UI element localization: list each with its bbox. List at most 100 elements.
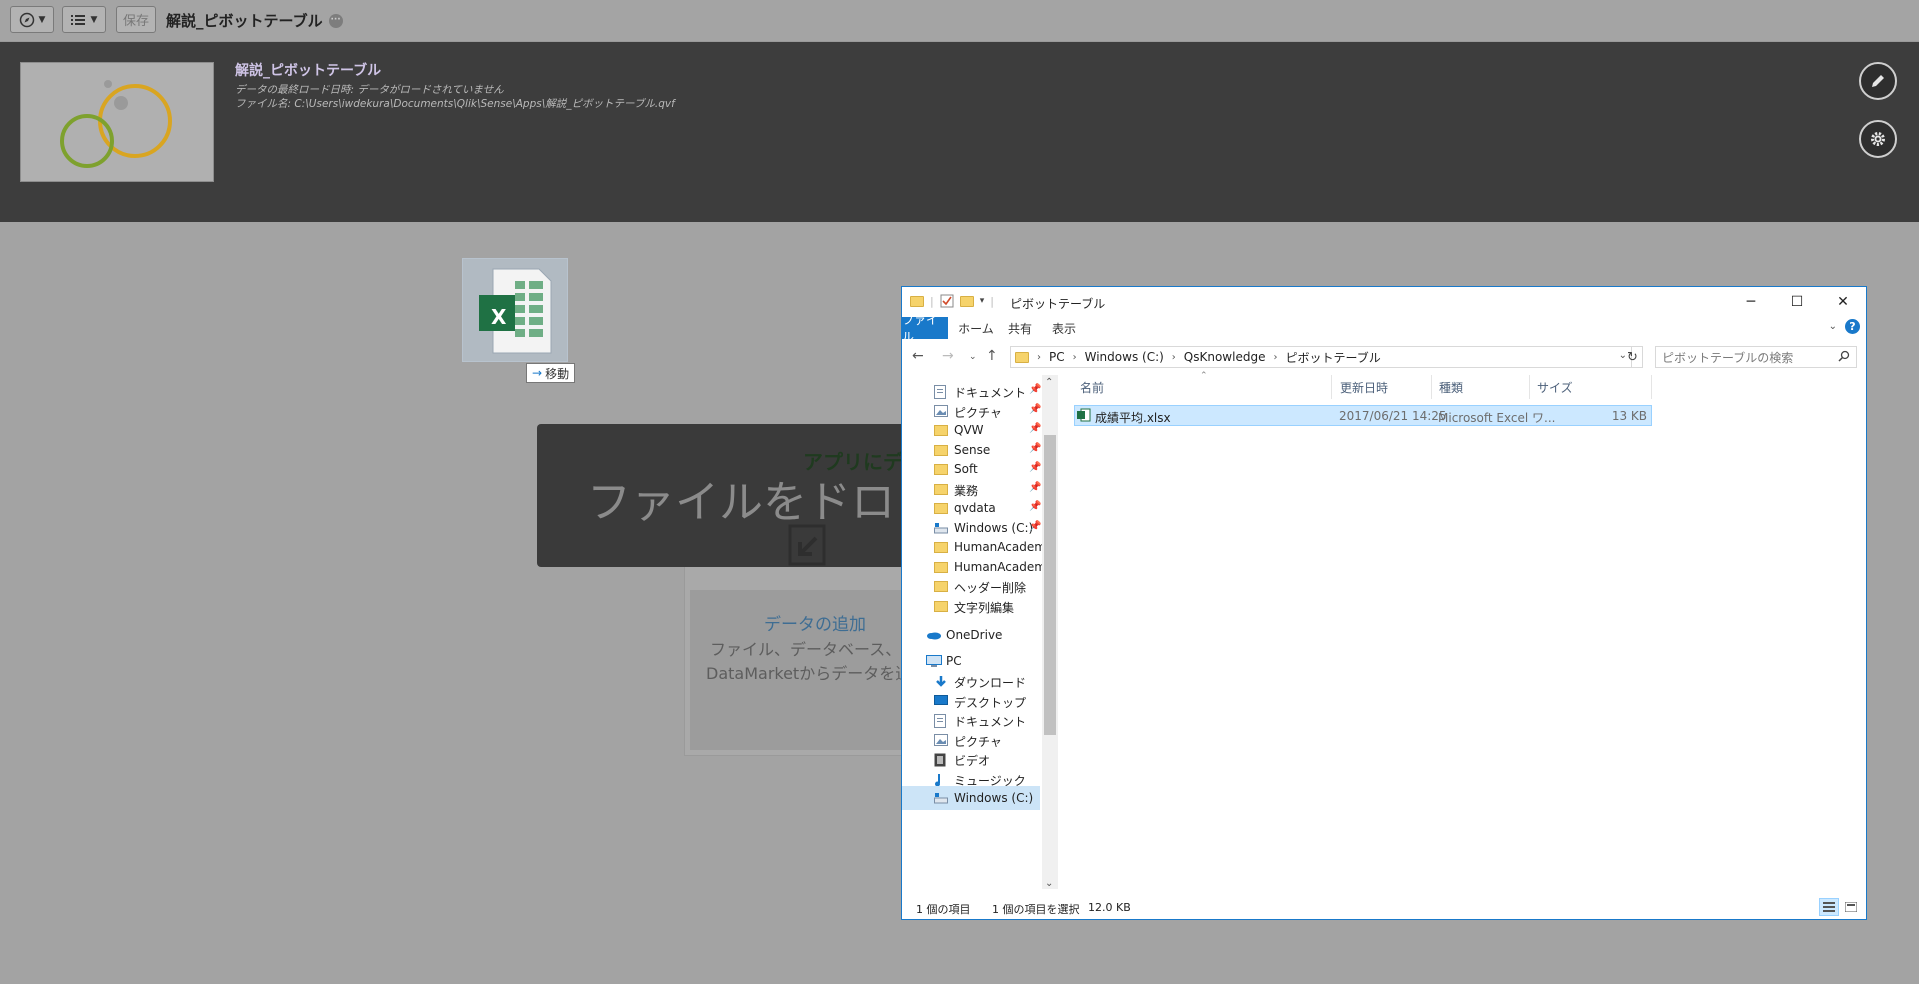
- pin-icon[interactable]: 📌: [1029, 462, 1041, 473]
- file-explorer-window[interactable]: | ▾ | ピボットテーブル ─ ☐ ✕ ファイル ホーム 共有 表示 ⌄ ? …: [901, 286, 1867, 920]
- title-bar[interactable]: | ▾ | ピボットテーブル ─ ☐ ✕: [902, 287, 1866, 317]
- pc-icon: [926, 655, 942, 670]
- pin-icon[interactable]: 📌: [1029, 443, 1041, 454]
- sheets-menu-button[interactable]: ▼: [62, 6, 106, 33]
- tab-view[interactable]: 表示: [1046, 317, 1082, 339]
- toolbar-separator: |: [990, 294, 994, 308]
- onedrive-icon: [926, 629, 942, 643]
- properties-icon[interactable]: [940, 294, 954, 308]
- edit-button[interactable]: [1859, 62, 1897, 100]
- drive-icon: [934, 792, 948, 807]
- item-count: 1 個の項目: [916, 903, 971, 916]
- search-placeholder: ピボットテーブルの検索: [1662, 350, 1794, 365]
- pin-icon[interactable]: 📌: [1029, 482, 1041, 493]
- pin-icon[interactable]: 📌: [1029, 521, 1041, 532]
- breadcrumb-separator: ›: [1037, 351, 1041, 363]
- search-icon[interactable]: [1838, 350, 1850, 362]
- ribbon: ファイル ホーム 共有 表示 ⌄ ?: [902, 313, 1866, 344]
- scrollbar-thumb[interactable]: [1044, 435, 1056, 735]
- tab-home[interactable]: ホーム: [956, 317, 996, 339]
- app-title: 解説_ピボットテーブル ···: [166, 10, 343, 31]
- customize-toolbar-icon[interactable]: ▾: [980, 296, 985, 306]
- file-modified: 2017/06/21 14:25: [1339, 409, 1447, 423]
- drop-file-banner: アプリにデ ファイルをドロッ: [537, 424, 905, 567]
- scroll-up-icon[interactable]: ⌃: [1045, 377, 1053, 388]
- list-icon: [70, 14, 85, 25]
- column-separator[interactable]: [1431, 375, 1432, 399]
- window-title: ピボットテーブル: [1010, 297, 1106, 311]
- close-button[interactable]: ✕: [1820, 287, 1866, 317]
- breadcrumb-current[interactable]: ピボットテーブル: [1285, 349, 1380, 366]
- nav-item[interactable]: 文字列編集: [902, 594, 1040, 618]
- column-name[interactable]: 名前: [1080, 375, 1104, 399]
- maximize-button[interactable]: ☐: [1774, 287, 1820, 317]
- nav-item-label: HumanAcadem: [954, 559, 1042, 574]
- forward-button[interactable]: →: [942, 348, 954, 364]
- file-path-text: ファイル名: C:\Users\iwdekura\Documents\Qlik\…: [235, 98, 675, 110]
- up-button[interactable]: ↑: [986, 348, 998, 364]
- breadcrumb-drive[interactable]: Windows (C:): [1085, 350, 1164, 364]
- navigation-button[interactable]: ▼: [10, 6, 54, 33]
- tab-share[interactable]: 共有: [1002, 317, 1038, 339]
- large-icons-view-button[interactable]: [1841, 898, 1861, 916]
- file-type: Microsoft Excel ワ...: [1438, 411, 1556, 425]
- nav-item-label: HumanAcademy: [954, 540, 1042, 554]
- column-separator[interactable]: [1529, 375, 1530, 399]
- expand-ribbon-icon[interactable]: ⌄: [1829, 321, 1837, 332]
- nav-scrollbar[interactable]: ⌃ ⌄: [1042, 375, 1058, 889]
- toolbar-separator: |: [930, 294, 934, 308]
- breadcrumb-qsknowledge[interactable]: QsKnowledge: [1184, 350, 1266, 364]
- nav-item-label: Soft: [954, 462, 978, 476]
- drop-target-icon: [788, 524, 826, 566]
- add-data-title[interactable]: データの追加: [764, 610, 866, 635]
- selected-count: 1 個の項目を選択: [992, 903, 1080, 916]
- status-bar: 1 個の項目 1 個の項目を選択 12.0 KB: [902, 895, 1866, 919]
- folder-icon: [910, 295, 924, 307]
- search-box[interactable]: ピボットテーブルの検索: [1655, 346, 1857, 368]
- pin-icon[interactable]: 📌: [1029, 501, 1041, 512]
- navigation-pane[interactable]: ドキュメント 📌 ピクチャ 📌 QVW 📌 Sense 📌 Soft 📌 業務 📌 qvdata 📌 Win…: [902, 375, 1042, 889]
- pin-icon[interactable]: 📌: [1029, 384, 1041, 395]
- app-logo-icon: [60, 80, 172, 168]
- pin-icon[interactable]: 📌: [1029, 404, 1041, 415]
- settings-button[interactable]: [1859, 120, 1897, 158]
- dragged-file[interactable]: X: [462, 258, 568, 362]
- nav-item-label: Windows (C:): [954, 520, 1034, 535]
- arrow-right-icon: →: [532, 366, 543, 380]
- file-size: 13 KB: [1611, 409, 1647, 423]
- nav-item-label: OneDrive: [946, 628, 1003, 642]
- tab-file[interactable]: ファイル: [902, 313, 948, 344]
- minimize-button[interactable]: ─: [1728, 287, 1774, 317]
- app-overview-header: 解説_ピボットテーブル データの最終ロード日時: データがロードされていません …: [0, 42, 1919, 222]
- help-icon[interactable]: ?: [1845, 319, 1860, 334]
- nav-item-onedrive[interactable]: OneDrive: [902, 623, 1040, 647]
- breadcrumb-pc[interactable]: PC: [1049, 350, 1065, 364]
- nav-item-label: PC: [946, 654, 962, 668]
- refresh-button[interactable]: ↻: [1623, 346, 1643, 368]
- save-button[interactable]: 保存: [116, 6, 156, 33]
- breadcrumb-separator: ›: [1171, 351, 1176, 363]
- selected-size: 12.0 KB: [1088, 901, 1131, 914]
- pin-icon[interactable]: 📌: [1029, 423, 1041, 434]
- file-row[interactable]: 成績平均.xlsx 2017/06/21 14:25 Microsoft Exc…: [1074, 405, 1652, 426]
- column-separator[interactable]: [1331, 375, 1332, 399]
- details-view-button[interactable]: [1819, 898, 1839, 916]
- new-folder-icon[interactable]: [959, 295, 974, 307]
- last-reload-text: データの最終ロード日時: データがロードされていません: [235, 84, 504, 96]
- add-data-description-2: DataMarketからデータを追: [706, 664, 912, 683]
- nav-item[interactable]: Windows (C:): [902, 786, 1040, 810]
- move-tooltip-label: 移動: [545, 366, 570, 381]
- drop-banner-title: ファイルをドロッ: [587, 477, 905, 528]
- column-size[interactable]: サイズ: [1537, 375, 1573, 399]
- recent-locations-icon[interactable]: ⌄: [969, 352, 977, 362]
- column-type[interactable]: 種類: [1439, 375, 1463, 399]
- scroll-down-icon[interactable]: ⌄: [1045, 878, 1053, 889]
- more-icon[interactable]: ···: [328, 13, 343, 28]
- chevron-down-icon: ▼: [38, 14, 46, 25]
- file-list[interactable]: 名前 ⌃ 更新日時 種類 サイズ 成績平均.xlsx 2017/06/21 14…: [1074, 371, 1866, 889]
- column-separator[interactable]: [1651, 375, 1652, 399]
- column-modified[interactable]: 更新日時: [1340, 375, 1388, 399]
- address-bar[interactable]: › PC › Windows (C:) › QsKnowledge › ピボット…: [1010, 346, 1632, 368]
- compass-icon: [19, 12, 34, 27]
- back-button[interactable]: ←: [912, 348, 924, 364]
